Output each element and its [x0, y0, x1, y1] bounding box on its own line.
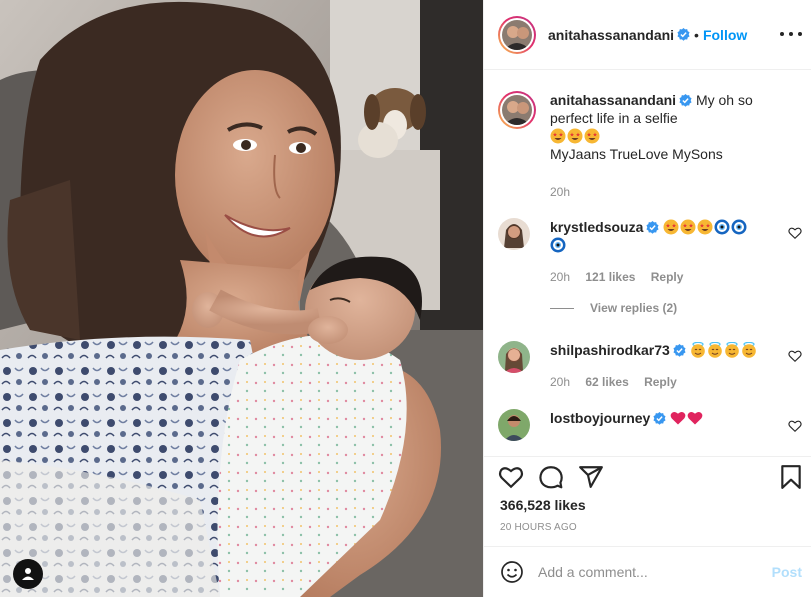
verified-badge-icon — [646, 221, 659, 234]
post-actions: 366,528 likes 20 HOURS AGO — [484, 456, 811, 546]
caption-line-2: perfect life in a selfie — [550, 110, 678, 126]
post-detail-panel: anitahassanandani • Follow anitahassanan… — [483, 0, 811, 597]
comment-bubble-icon[interactable] — [538, 464, 564, 490]
caption-avatar[interactable] — [498, 91, 536, 129]
verified-badge-icon — [677, 28, 690, 41]
comment-like-count[interactable]: 121 likes — [585, 270, 635, 284]
star-struck-emoji-icon — [584, 128, 600, 144]
verified-badge-icon — [673, 344, 686, 357]
comment-meta: 20h 121 likes Reply — [550, 268, 780, 286]
replies-line — [550, 307, 574, 309]
comment-input[interactable] — [538, 564, 758, 580]
selfie-photo — [0, 0, 483, 597]
verified-badge-icon — [679, 94, 692, 107]
more-options-icon[interactable] — [780, 26, 802, 42]
post-photo[interactable] — [0, 0, 483, 597]
red-heart-emoji-icon — [670, 411, 686, 425]
caption-row: anitahassanandani My oh so perfect life … — [498, 91, 798, 201]
caption-line-3: MyJaans TrueLove MySons — [550, 146, 723, 162]
like-heart-icon[interactable] — [498, 464, 524, 490]
caption-username[interactable]: anitahassanandani — [550, 92, 676, 108]
comment-username[interactable]: shilpashirodkar73 — [550, 342, 670, 358]
commenter-avatar[interactable] — [498, 409, 530, 441]
emoji-picker-icon[interactable] — [500, 560, 524, 584]
comment-text: shilpashirodkar73 20h 62 likes Reply — [550, 341, 780, 391]
verified-badge-icon — [653, 412, 666, 425]
like-comment-icon[interactable] — [788, 226, 802, 240]
comment-meta: 20h 62 likes Reply — [550, 373, 780, 391]
save-bookmark-icon[interactable] — [778, 464, 804, 490]
author-username[interactable]: anitahassanandani — [548, 27, 674, 43]
comment-emojis — [670, 410, 704, 426]
star-struck-emoji-icon — [680, 219, 696, 235]
comment-username[interactable]: lostboyjourney — [550, 410, 650, 426]
separator-dot: • — [694, 26, 699, 43]
share-send-icon[interactable] — [578, 464, 604, 490]
commenter-avatar[interactable] — [498, 218, 530, 250]
comment-time[interactable]: 20h — [550, 270, 570, 284]
comment-time[interactable]: 20h — [550, 375, 570, 389]
post-header: anitahassanandani • Follow — [484, 0, 811, 70]
like-comment-icon[interactable] — [788, 419, 802, 433]
comments-list[interactable]: anitahassanandani My oh so perfect life … — [484, 71, 811, 455]
reply-button[interactable]: Reply — [651, 270, 684, 284]
evil-eye-emoji-icon — [731, 219, 747, 235]
like-comment-icon[interactable] — [788, 349, 802, 363]
evil-eye-emoji-icon — [550, 237, 566, 253]
comment-row: lostboyjourney — [498, 409, 802, 449]
comment-emojis — [690, 342, 758, 358]
user-icon — [22, 568, 34, 580]
add-comment-bar: Post — [484, 546, 811, 597]
post-like-count[interactable]: 366,528 likes — [500, 497, 586, 513]
caption-meta: 20h — [550, 183, 780, 201]
star-struck-emoji-icon — [697, 219, 713, 235]
comment-row: shilpashirodkar73 20h 62 likes Reply — [498, 341, 802, 391]
comment-row: krystledsouza 20h 121 likes Reply — [498, 218, 802, 288]
comment-username[interactable]: krystledsouza — [550, 219, 643, 235]
evil-eye-emoji-icon — [714, 219, 730, 235]
caption-line-1: My oh so — [695, 92, 753, 108]
smiling-halo-emoji-icon — [707, 342, 722, 358]
post-comment-button[interactable]: Post — [772, 564, 802, 580]
reply-button[interactable]: Reply — [644, 375, 677, 389]
commenter-avatar[interactable] — [498, 341, 530, 373]
story-ring[interactable] — [498, 15, 536, 54]
comment-text: krystledsouza 20h 121 likes Reply — [550, 218, 780, 286]
comment-like-count[interactable]: 62 likes — [585, 375, 628, 389]
author-avatar — [502, 19, 532, 50]
red-heart-emoji-icon — [687, 411, 703, 425]
caption-text: anitahassanandani My oh so perfect life … — [550, 91, 780, 201]
post-timestamp[interactable]: 20 HOURS AGO — [500, 522, 577, 533]
comment-text: lostboyjourney — [550, 409, 780, 427]
smiling-halo-emoji-icon — [741, 342, 756, 358]
smiling-halo-emoji-icon — [690, 342, 705, 358]
smiling-halo-emoji-icon — [724, 342, 739, 358]
view-replies-label: View replies (2) — [590, 301, 678, 315]
caption-emojis — [550, 128, 601, 144]
follow-button[interactable]: Follow — [703, 27, 747, 43]
star-struck-emoji-icon — [550, 128, 566, 144]
view-replies-button[interactable]: View replies (2) — [550, 301, 677, 315]
star-struck-emoji-icon — [663, 219, 679, 235]
caption-time[interactable]: 20h — [550, 185, 570, 199]
star-struck-emoji-icon — [567, 128, 583, 144]
tagged-users-button[interactable] — [13, 559, 43, 589]
